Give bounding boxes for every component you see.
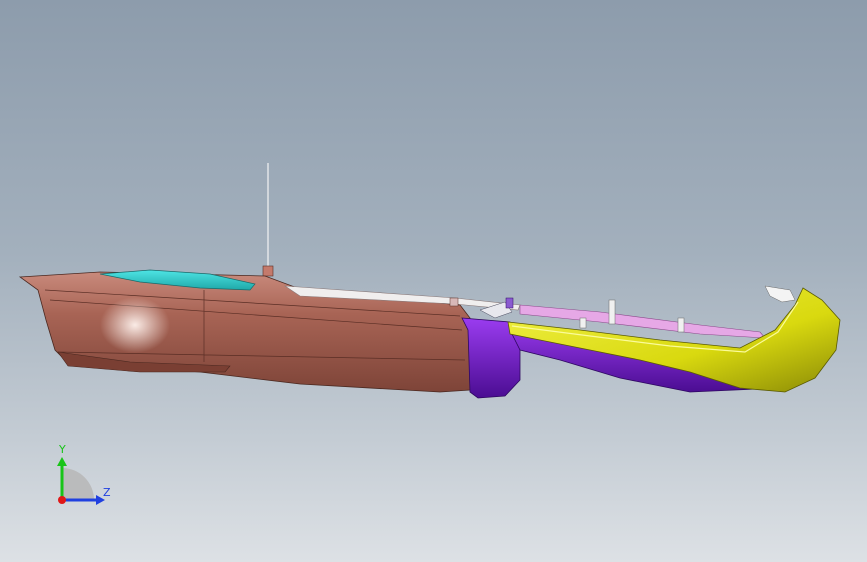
y-axis-label: Y	[59, 443, 66, 456]
3d-model-view[interactable]	[0, 0, 867, 562]
rear-housing-highlight	[100, 297, 170, 353]
front-lip-detail	[764, 285, 796, 303]
joint-pin	[505, 297, 514, 309]
antenna-base	[262, 265, 274, 277]
graphics-viewport[interactable]: Y Z	[0, 0, 867, 562]
rim-post	[449, 297, 459, 307]
triad-plane	[62, 468, 94, 500]
coordinate-triad	[57, 457, 105, 505]
y-axis-arrow-icon	[57, 457, 67, 466]
front-post-1	[608, 299, 616, 325]
x-axis-dot-icon	[58, 496, 66, 504]
front-post-3	[579, 317, 587, 329]
z-axis-label: Z	[103, 486, 111, 499]
front-post-2	[677, 317, 685, 333]
